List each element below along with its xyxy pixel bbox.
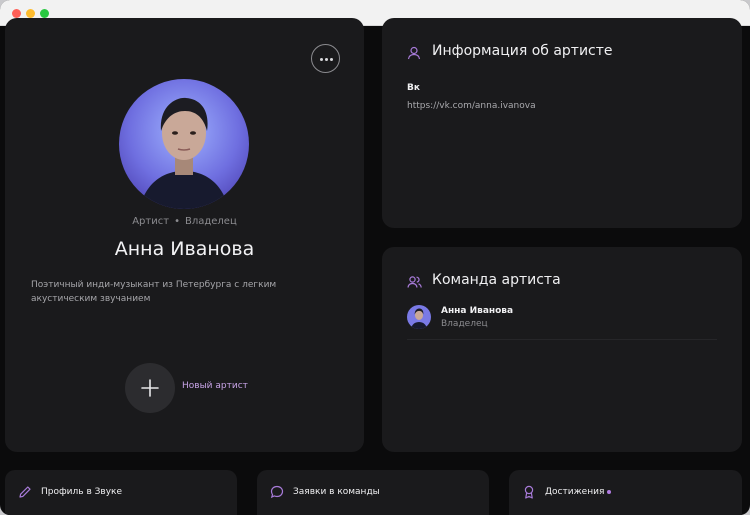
- maximize-window-button[interactable]: [40, 9, 49, 18]
- nav-profile-in-zvuk[interactable]: Профиль в Звуке: [5, 470, 237, 515]
- artist-roles: Артист • Владелец: [5, 216, 364, 227]
- new-artist-button[interactable]: Новый артист: [125, 363, 285, 413]
- nav-label: Профиль в Звуке: [41, 487, 122, 497]
- vk-link[interactable]: https://vk.com/anna.ivanova: [407, 101, 536, 111]
- artist-avatar: [119, 79, 249, 209]
- award-icon: [524, 485, 534, 499]
- minimize-window-button[interactable]: [26, 9, 35, 18]
- role-owner: Владелец: [184, 216, 237, 227]
- new-artist-label: Новый артист: [182, 381, 248, 391]
- info-card-title: Информация об артисте: [432, 43, 613, 59]
- ellipsis-icon: [320, 58, 323, 61]
- add-artist-circle[interactable]: [125, 363, 175, 413]
- more-options-button[interactable]: [311, 44, 340, 73]
- artist-info-card: Информация об артисте Вк https://vk.com/…: [382, 18, 742, 228]
- member-photo: [407, 305, 431, 329]
- chat-bubble-icon: [270, 485, 284, 499]
- team-member-role: Владелец: [441, 319, 488, 329]
- nav-label: Заявки в команды: [293, 487, 380, 497]
- user-icon: [407, 46, 421, 60]
- artist-profile-card: Артист • Владелец Анна Иванова Поэтичный и…: [5, 18, 364, 452]
- artist-team-card: Команда артиста Анна Иванова Владелец: [382, 247, 742, 452]
- artist-bio: Поэтичный инди-музыкант из Петербурга с …: [31, 280, 277, 304]
- team-member-avatar: [407, 305, 431, 329]
- team-card-title: Команда артиста: [432, 272, 561, 288]
- plus-icon: [141, 379, 159, 397]
- artist-photo: [119, 79, 249, 209]
- app-window: Артист • Владелец Анна Иванова Поэтичный и…: [0, 0, 750, 515]
- nav-label: Достижения: [545, 487, 605, 497]
- users-icon: [407, 276, 422, 288]
- achievements-indicator: [607, 490, 611, 494]
- close-window-button[interactable]: [12, 9, 21, 18]
- team-member-item[interactable]: Анна Иванова Владелец: [407, 305, 717, 331]
- role-artist: Артист: [132, 216, 170, 227]
- pencil-icon: [19, 486, 31, 498]
- nav-team-requests[interactable]: Заявки в команды: [257, 470, 489, 515]
- vk-label: Вк: [407, 83, 420, 93]
- artist-name: Анна Иванова: [114, 238, 255, 260]
- nav-achievements[interactable]: Достижения: [509, 470, 742, 515]
- team-member-name: Анна Иванова: [441, 306, 514, 316]
- role-separator: •: [174, 216, 180, 227]
- team-divider: [407, 339, 717, 340]
